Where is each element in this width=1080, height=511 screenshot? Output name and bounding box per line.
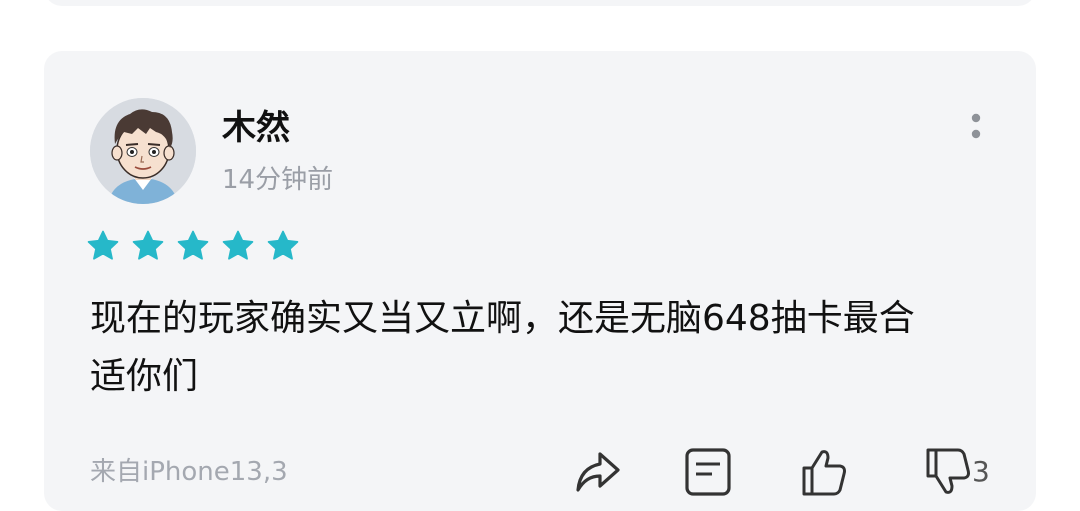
review-card bbox=[44, 51, 1036, 511]
device-label: 来自iPhone13,3 bbox=[90, 457, 288, 487]
share-icon bbox=[576, 452, 620, 492]
review-text-line: 适你们 bbox=[90, 356, 199, 397]
share-button[interactable] bbox=[572, 446, 624, 498]
dislike-count: 3 bbox=[972, 455, 990, 488]
avatar[interactable] bbox=[90, 98, 196, 204]
username[interactable]: 木然 bbox=[222, 106, 290, 150]
star-icon bbox=[87, 230, 119, 260]
like-button[interactable] bbox=[798, 446, 850, 498]
review-text[interactable]: 现在的玩家确实又当又立啊，还是无脑648抽卡最合 适你们 bbox=[90, 290, 990, 406]
thumbs-up-icon bbox=[802, 450, 846, 496]
comment-icon bbox=[685, 448, 731, 496]
review-text-line: 现在的玩家确实又当又立啊，还是无脑648抽卡最合 bbox=[90, 298, 915, 339]
star-icon bbox=[222, 230, 254, 260]
dislike-button[interactable] bbox=[922, 446, 974, 498]
star-icon bbox=[177, 230, 209, 260]
more-vertical-icon bbox=[971, 113, 981, 139]
post-time: 14分钟前 bbox=[222, 165, 334, 195]
more-options-button[interactable] bbox=[960, 108, 992, 148]
previous-review-card bbox=[44, 0, 1036, 6]
star-icon bbox=[132, 230, 164, 260]
avatar-illustration bbox=[90, 98, 196, 204]
reply-button[interactable] bbox=[682, 446, 734, 498]
star-rating bbox=[86, 229, 311, 263]
star-icon bbox=[267, 230, 299, 260]
thumbs-down-icon bbox=[926, 448, 970, 494]
